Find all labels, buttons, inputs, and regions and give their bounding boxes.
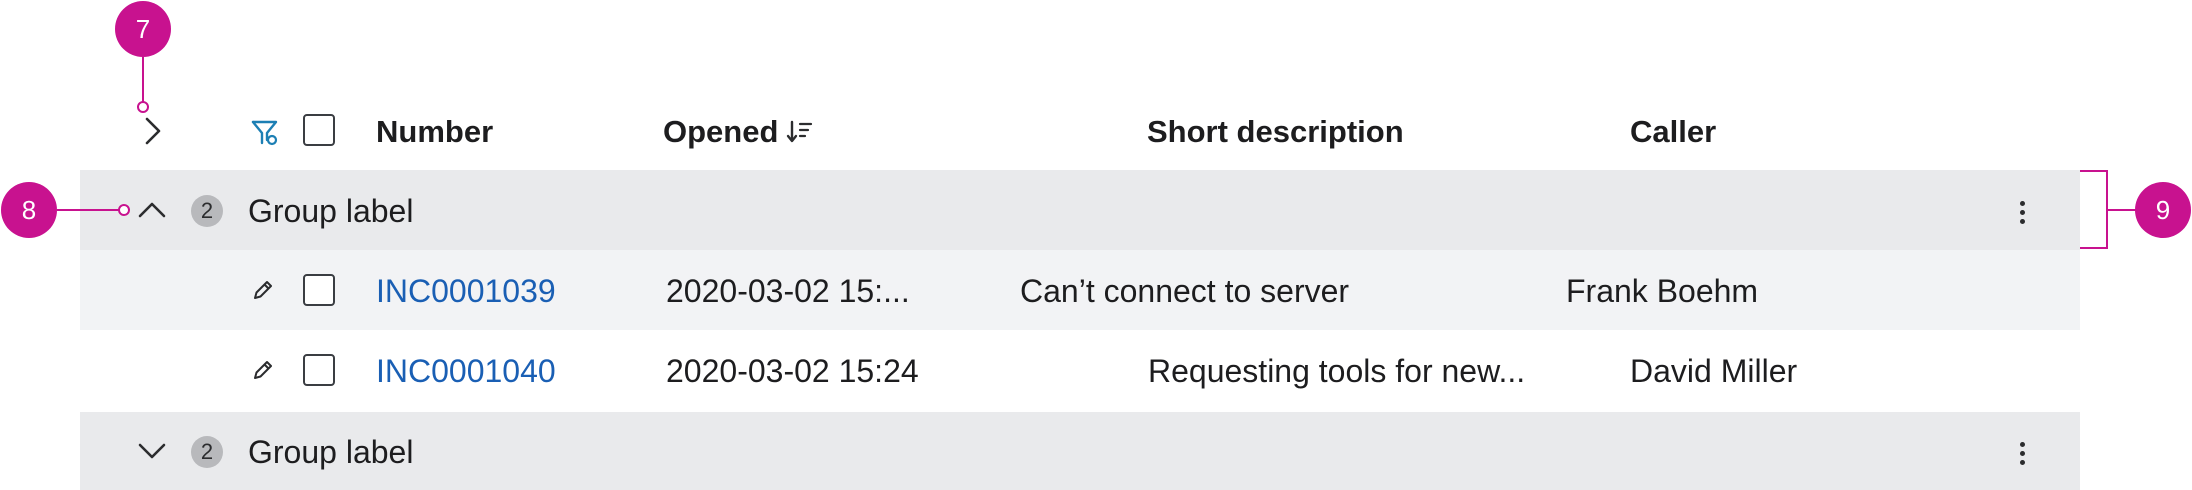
annotation-marker-9: 9 [2135, 182, 2191, 238]
collapse-group-button[interactable] [137, 197, 167, 223]
short-description-cell: Requesting tools for new... [1148, 353, 1526, 389]
select-all-checkbox[interactable] [303, 114, 335, 146]
annotation-marker-7: 7 [115, 1, 171, 57]
chevron-down-icon [138, 443, 166, 459]
row-checkbox[interactable] [303, 354, 335, 386]
chevron-up-icon [138, 202, 166, 218]
group-count-badge: 2 [191, 436, 223, 468]
column-header-number[interactable]: Number [376, 112, 493, 152]
annotation-leader-8 [57, 209, 120, 211]
pencil-icon [254, 361, 272, 379]
expand-all-button[interactable] [140, 116, 166, 146]
row-checkbox[interactable] [303, 274, 335, 306]
more-vertical-icon [2020, 442, 2026, 465]
expand-group-button[interactable] [137, 438, 167, 464]
chevron-right-icon [145, 117, 161, 145]
column-header-short-description[interactable]: Short description [1147, 112, 1404, 152]
group-actions-button[interactable] [2020, 201, 2026, 224]
column-header-caller[interactable]: Caller [1630, 112, 1716, 152]
group-count-badge: 2 [191, 195, 223, 227]
annotation-bracket-9 [2080, 170, 2106, 172]
group-actions-button[interactable] [2020, 442, 2026, 465]
annotation-dot-8 [118, 204, 130, 216]
sort-descending-icon [787, 120, 813, 143]
opened-cell: 2020-03-02 15:... [666, 273, 910, 309]
pencil-icon [254, 281, 272, 299]
edit-row-button[interactable] [250, 357, 276, 383]
incident-number-link[interactable]: INC0001039 [376, 271, 556, 311]
group-label: Group label [248, 434, 414, 470]
annotation-bracket-9 [2080, 247, 2106, 249]
more-vertical-icon [2020, 201, 2026, 224]
short-description-cell: Can’t connect to server [1020, 273, 1350, 309]
annotation-leader-9 [2108, 209, 2136, 211]
column-filter-button[interactable] [250, 117, 280, 147]
annotation-marker-8: 8 [1, 182, 57, 238]
group-label: Group label [248, 193, 414, 229]
edit-row-button[interactable] [250, 277, 276, 303]
annotation-leader-7 [142, 57, 144, 105]
caller-cell: David Miller [1630, 353, 1798, 389]
opened-cell: 2020-03-02 15:24 [666, 353, 919, 389]
column-header-opened-label: Opened [663, 114, 779, 149]
filter-icon [251, 120, 278, 146]
column-header-opened[interactable]: Opened [663, 112, 814, 152]
incident-number-link[interactable]: INC0001040 [376, 351, 556, 391]
annotation-dot-7 [137, 101, 149, 113]
caller-cell: Frank Boehm [1566, 273, 1759, 309]
